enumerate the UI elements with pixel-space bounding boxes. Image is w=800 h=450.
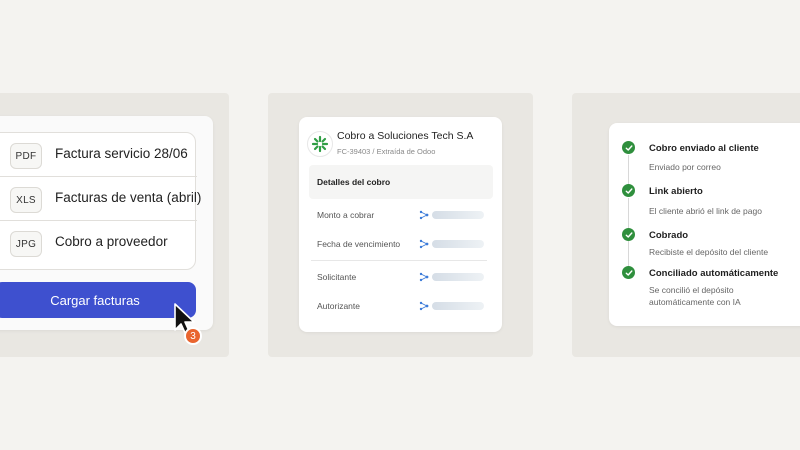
check-icon (622, 184, 635, 197)
check-icon (622, 141, 635, 154)
collection-title: Cobro a Soluciones Tech S.A (337, 130, 474, 142)
check-icon (622, 228, 635, 241)
step-title: Link abierto (649, 186, 703, 197)
company-logo-icon (307, 131, 333, 157)
file-type-badge: XLS (10, 187, 42, 213)
step-description: Enviado por correo (649, 162, 721, 172)
odoo-icon (419, 301, 429, 311)
field-label-due-date: Fecha de vencimiento (317, 239, 401, 249)
step-description: Se concilió el depósito automáticamente … (649, 285, 741, 307)
upload-invoices-button[interactable]: Cargar facturas (0, 282, 196, 318)
file-type-badge: PDF (10, 143, 42, 169)
field-label-approver: Autorizante (317, 301, 360, 311)
field-value-placeholder (432, 240, 484, 248)
step-title: Cobrado (649, 230, 689, 241)
file-name: Cobro a proveedor (55, 234, 168, 249)
details-header-label: Detalles del cobro (317, 177, 391, 187)
check-icon (622, 266, 635, 279)
collection-subtitle: FC-39403 / Extraída de Odoo (337, 147, 436, 156)
file-count-badge: 3 (184, 327, 202, 345)
timeline-connector (628, 198, 629, 228)
field-label-requester: Solicitante (317, 272, 357, 282)
timeline-connector (628, 155, 629, 185)
odoo-icon (419, 239, 429, 249)
file-item-pdf[interactable]: PDF Factura servicio 28/06 (0, 133, 197, 177)
file-type-badge: JPG (10, 231, 42, 257)
field-label-amount: Monto a cobrar (317, 210, 375, 220)
field-value-placeholder (432, 273, 484, 281)
field-value-placeholder (432, 211, 484, 219)
step-description: Recibiste el depósito del cliente (649, 247, 769, 257)
divider (311, 260, 487, 261)
details-header: Detalles del cobro (309, 165, 493, 199)
file-name: Factura servicio 28/06 (55, 146, 188, 161)
step-title: Cobro enviado al cliente (649, 143, 759, 154)
odoo-icon (419, 272, 429, 282)
field-value-placeholder (432, 302, 484, 310)
file-name: Facturas de venta (abril) (55, 190, 202, 205)
step-description: El cliente abrió el link de pago (649, 206, 762, 216)
file-list: PDF Factura servicio 28/06 XLS Facturas … (0, 132, 201, 270)
file-item-xls[interactable]: XLS Facturas de venta (abril) (0, 177, 201, 221)
step-title: Conciliado automáticamente (649, 268, 779, 279)
file-item-jpg[interactable]: JPG Cobro a proveedor (0, 221, 197, 265)
odoo-icon (419, 210, 429, 220)
timeline-connector (628, 241, 629, 267)
